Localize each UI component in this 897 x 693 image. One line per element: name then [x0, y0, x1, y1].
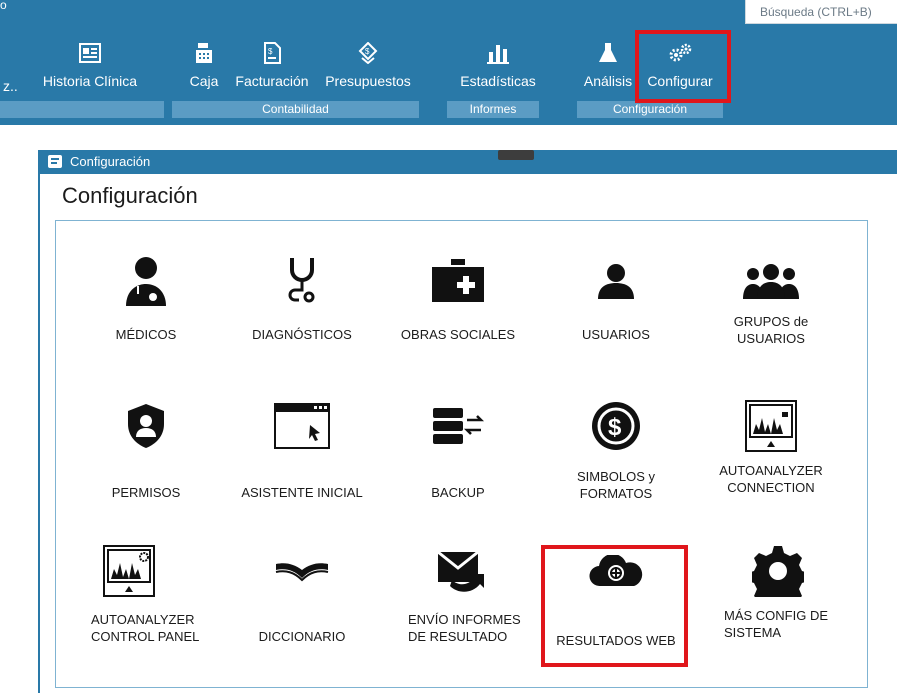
svg-text:$: $ — [268, 47, 273, 56]
config-panel: MÉDICOS DIAGNÓSTICOS OBRAS SOCIALES USUA… — [55, 220, 868, 688]
facturacion-button[interactable]: $ Facturación — [232, 34, 312, 104]
group-configuracion: Configuración — [577, 101, 723, 118]
ribbon-cut-label: o — [0, 0, 7, 10]
tile-diccionario-label: DICCIONARIO — [258, 629, 346, 644]
tile-asistente-inicial[interactable]: ASISTENTE INICIAL — [232, 396, 372, 501]
tile-diagnosticos-label: DIAGNÓSTICOS — [252, 327, 352, 342]
tile-obras-sociales-label: OBRAS SOCIALES — [400, 327, 516, 342]
shield-user-icon — [76, 396, 216, 456]
search-input[interactable]: Búsqueda (CTRL+B) — [745, 0, 897, 24]
analyzer-panel-icon — [91, 541, 231, 601]
tile-backup-label: BACKUP — [431, 485, 485, 500]
resultados-web-highlight — [541, 545, 688, 667]
tile-grupos-usuarios-label: GRUPOS de USUARIOS — [733, 314, 809, 346]
configurar-highlight — [635, 30, 731, 103]
tile-envio-informes[interactable]: ENVÍO INFORMES DE RESULTADO — [408, 541, 548, 645]
tile-autoanalyzer-control-panel-label: AUTOANALYZER CONTROL PANEL — [91, 612, 200, 644]
configuracion-window: Configuración Configuración MÉDICOS DIAG… — [38, 150, 897, 693]
open-book-icon — [232, 541, 372, 601]
tile-permisos-label: PERMISOS — [111, 485, 181, 500]
tile-obras-sociales[interactable]: OBRAS SOCIALES — [388, 251, 528, 343]
tile-autoanalyzer-connection[interactable]: AUTOANALYZER CONNECTION — [701, 396, 841, 496]
tile-diagnosticos[interactable]: DIAGNÓSTICOS — [232, 251, 372, 343]
ribbon-cut-button[interactable]: z.. — [3, 78, 18, 94]
facturacion-label: Facturación — [235, 73, 309, 89]
tile-simbolos-formatos-label: SIMBOLOS y FORMATOS — [576, 469, 656, 501]
tile-backup[interactable]: BACKUP — [388, 396, 528, 501]
analyzer-monitor-icon — [701, 396, 841, 456]
cash-register-icon — [184, 34, 224, 72]
tile-medicos-label: MÉDICOS — [115, 327, 177, 342]
invoice-icon: $ — [232, 34, 312, 72]
analisis-label: Análisis — [583, 73, 633, 89]
budget-icon: $ — [318, 34, 418, 72]
presupuestos-button[interactable]: $ Presupuestos — [318, 34, 418, 104]
tile-usuarios[interactable]: USUARIOS — [546, 251, 686, 343]
svg-text:$: $ — [608, 414, 622, 441]
user-icon — [546, 251, 686, 311]
tile-usuarios-label: USUARIOS — [582, 327, 650, 342]
caja-button[interactable]: Caja — [184, 34, 224, 104]
analisis-button[interactable]: Análisis — [578, 34, 638, 104]
tile-diccionario[interactable]: DICCIONARIO — [232, 541, 372, 645]
window-cursor-icon — [232, 396, 372, 456]
id-card-icon — [32, 34, 148, 72]
server-transfer-icon — [388, 396, 528, 456]
tile-mas-config-label: MÁS CONFIG DE SISTEMA — [724, 608, 829, 640]
tile-autoanalyzer-control-panel[interactable]: AUTOANALYZER CONTROL PANEL — [91, 541, 231, 645]
flask-icon — [578, 34, 638, 72]
window-titlebar[interactable]: Configuración — [40, 150, 897, 174]
group-informes: Informes — [447, 101, 539, 118]
window-icon — [48, 155, 62, 168]
tile-asistente-inicial-label: ASISTENTE INICIAL — [241, 485, 363, 500]
window-title: Configuración — [70, 154, 151, 169]
dollar-coin-icon: $ — [546, 396, 686, 456]
group-contabilidad: Contabilidad — [172, 101, 419, 118]
caja-label: Caja — [189, 73, 219, 89]
medical-kit-icon — [388, 251, 528, 311]
historia-clinica-button[interactable]: Historia Clínica — [32, 34, 148, 104]
group-bar-historia — [0, 101, 164, 118]
page-title: Configuración — [62, 183, 198, 208]
tile-grupos-usuarios[interactable]: GRUPOS de USUARIOS — [701, 251, 841, 347]
presupuestos-label: Presupuestos — [325, 73, 411, 89]
tile-mas-config[interactable]: MÁS CONFIG DE SISTEMA — [724, 541, 864, 641]
estadisticas-label: Estadísticas — [460, 73, 536, 89]
gear-icon — [724, 541, 864, 601]
tile-autoanalyzer-connection-label: AUTOANALYZER CONNECTION — [719, 463, 823, 495]
user-group-icon — [701, 251, 841, 311]
tile-envio-informes-label: ENVÍO INFORMES DE RESULTADO — [408, 612, 521, 644]
email-send-icon — [408, 541, 548, 601]
tile-medicos[interactable]: MÉDICOS — [76, 251, 216, 343]
historia-clinica-label: Historia Clínica — [42, 73, 138, 89]
tile-simbolos-formatos[interactable]: $ SIMBOLOS y FORMATOS — [546, 396, 686, 502]
svg-text:$: $ — [365, 47, 370, 56]
estadisticas-button[interactable]: Estadísticas — [448, 34, 548, 104]
tile-permisos[interactable]: PERMISOS — [76, 396, 216, 501]
bar-chart-icon — [448, 34, 548, 72]
stethoscope-icon — [232, 251, 372, 311]
resize-grip[interactable] — [498, 150, 534, 160]
doctor-icon — [76, 251, 216, 311]
